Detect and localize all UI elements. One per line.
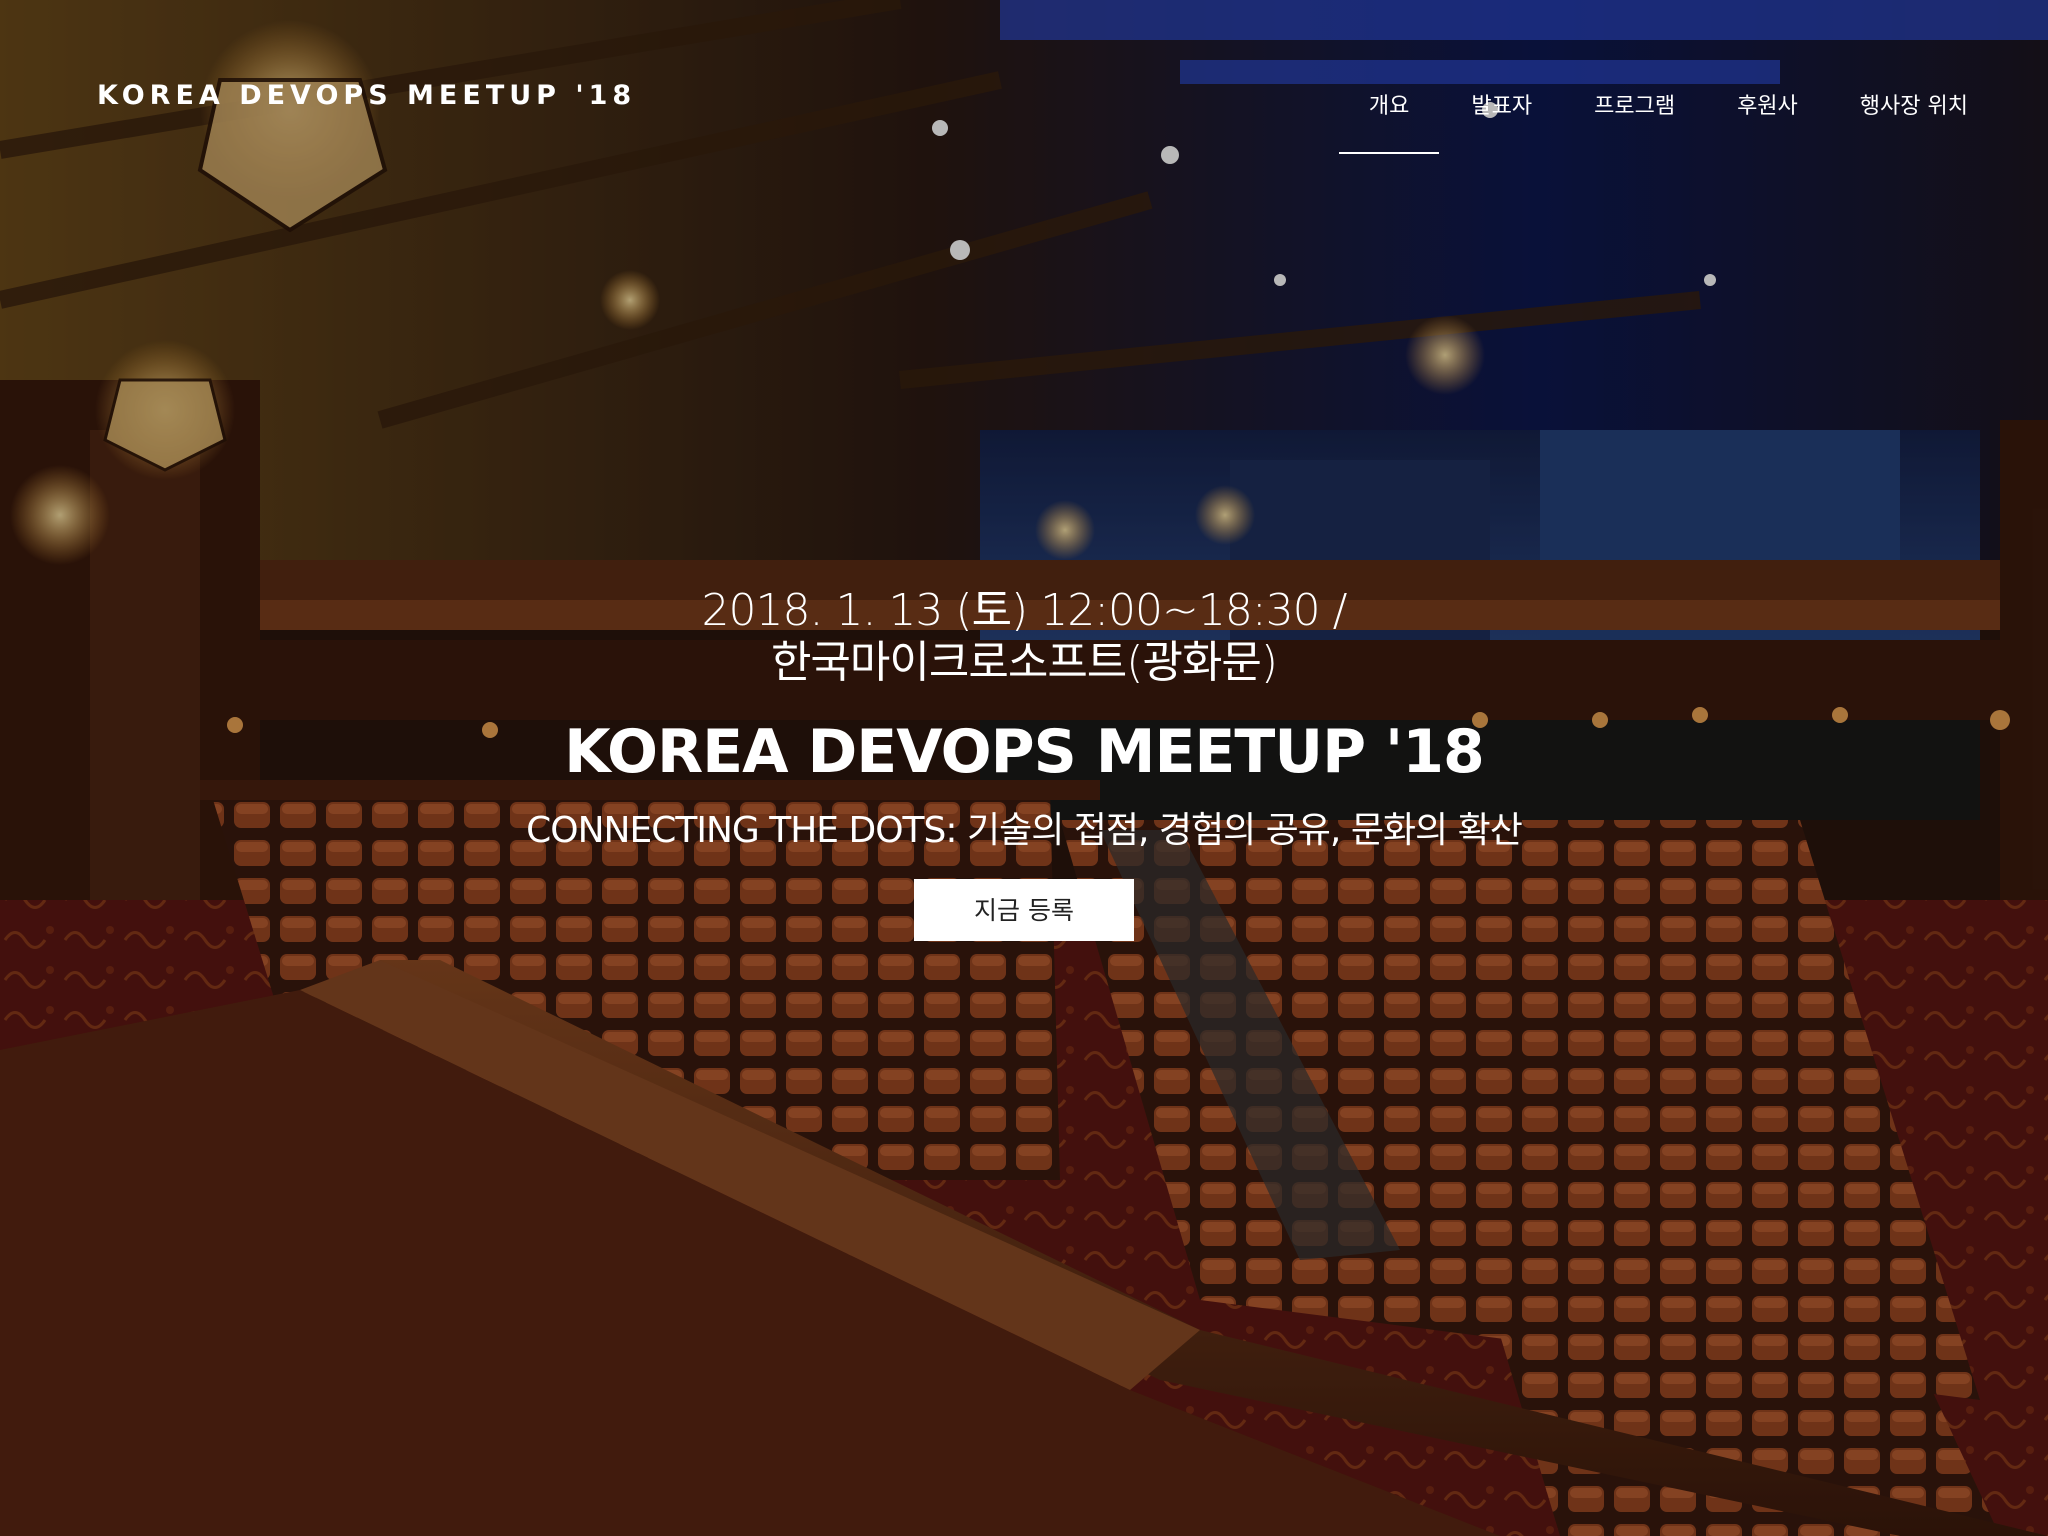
nav-item-speakers[interactable]: 발표자 xyxy=(1471,88,1532,154)
nav-item-overview[interactable]: 개요 xyxy=(1338,88,1441,154)
site-header: KOREA DEVOPS MEETUP '18 개요 발표자 프로그램 후원사 … xyxy=(0,0,2048,170)
event-tagline: CONNECTING THE DOTS: 기술의 접점, 경험의 공유, 문화의… xyxy=(526,810,1523,851)
nav-item-program[interactable]: 프로그램 xyxy=(1594,88,1675,154)
event-date-line: 2018. 1. 13 (토) 12:00~18:30 / xyxy=(701,585,1348,636)
event-info: 2018. 1. 13 (토) 12:00~18:30 / 한국마이크로소프트(… xyxy=(0,585,2048,689)
nav-item-venue-location[interactable]: 행사장 위치 xyxy=(1860,88,1968,154)
main-nav: 개요 발표자 프로그램 후원사 행사장 위치 xyxy=(1307,88,1968,154)
site-logo[interactable]: KOREA DEVOPS MEETUP '18 xyxy=(97,80,636,111)
nav-item-sponsors[interactable]: 후원사 xyxy=(1737,88,1798,154)
register-now-button[interactable]: 지금 등록 xyxy=(914,879,1134,941)
event-title: KOREA DEVOPS MEETUP '18 xyxy=(564,717,1485,787)
hero-section: 2018. 1. 13 (토) 12:00~18:30 / 한국마이크로소프트(… xyxy=(0,585,2048,941)
event-venue-line: 한국마이크로소프트(광화문) xyxy=(770,637,1278,688)
